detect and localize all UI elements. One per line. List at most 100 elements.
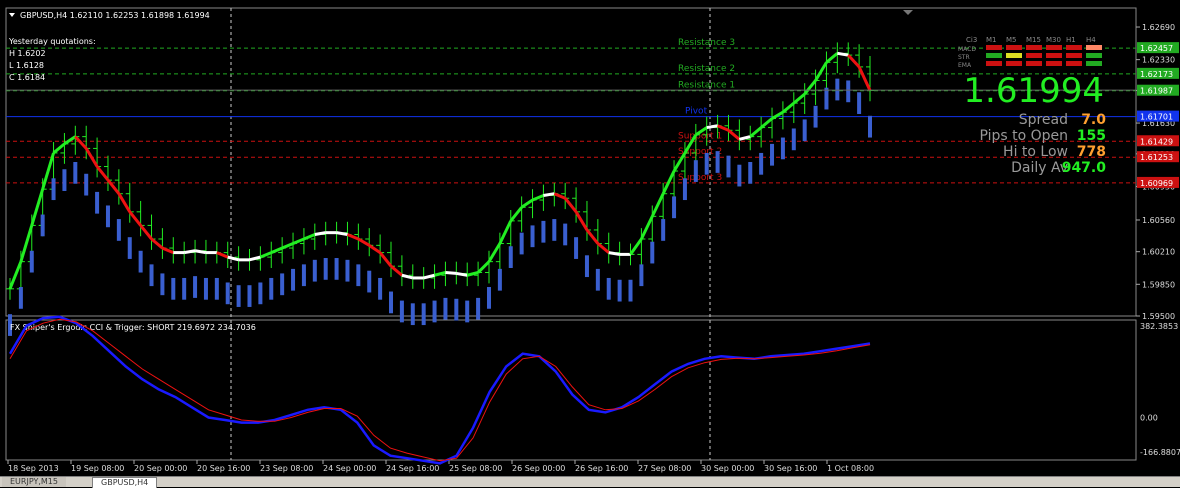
y-tick-label-0: 1.62690 — [1142, 23, 1175, 32]
trend-segment-17 — [183, 249, 196, 255]
band-bar-31 — [345, 259, 350, 282]
band-bar-17 — [193, 276, 198, 298]
info-value-0: 7.0 — [1081, 112, 1106, 128]
band-bar-18 — [203, 277, 208, 300]
band-bar-5 — [62, 169, 67, 191]
tab-gbpusd[interactable]: GBPUSD,H4 — [92, 477, 158, 488]
info-label-3: Daily Av — [1011, 160, 1068, 176]
trend-segment-31 — [336, 231, 348, 236]
x-tick-label-8: 26 Sep 00:00 — [512, 464, 565, 473]
x-tick-label-10: 27 Sep 08:00 — [638, 464, 691, 473]
trend-segment-45 — [487, 242, 502, 263]
x-tick-label-13: 1 Oct 08:00 — [827, 464, 874, 473]
trend-segment-47 — [509, 206, 523, 222]
band-bar-66 — [726, 155, 731, 178]
level-price-label-3: 1.61701 — [1140, 113, 1173, 122]
trend-segment-44 — [477, 260, 491, 274]
band-bar-64 — [704, 152, 709, 175]
band-bar-53 — [584, 255, 589, 278]
yesterday-heading: Yesterday quotations: — [8, 37, 96, 46]
signal-header-1: M1 — [986, 36, 997, 44]
band-bar-45 — [497, 268, 502, 291]
info-label-2: Hi to Low — [1003, 144, 1068, 160]
trend-segment-41 — [445, 271, 457, 275]
signal-cell-1-4 — [1066, 53, 1082, 58]
band-bar-6 — [73, 162, 78, 184]
osc-y-tick-label-2: -166.8807 — [1140, 448, 1180, 457]
trend-segment-75 — [814, 61, 828, 82]
trend-segment-29 — [314, 231, 326, 236]
signal-header-2: M5 — [1006, 36, 1017, 44]
trend-segment-70 — [760, 117, 773, 129]
trend-segment-55 — [596, 242, 610, 254]
trend-segment-34 — [368, 244, 381, 254]
band-bar-11 — [127, 237, 132, 259]
trend-segment-5 — [52, 142, 66, 155]
signal-header-3: M15 — [1026, 36, 1041, 44]
signal-cell-1-5 — [1086, 53, 1102, 58]
signal-cell-2-4 — [1066, 61, 1082, 66]
trend-segment-10 — [106, 179, 121, 195]
info-value-2: 778 — [1077, 144, 1106, 160]
band-bar-13 — [149, 264, 154, 287]
trend-segment-66 — [717, 124, 730, 132]
level-price-label-5: 1.61253 — [1140, 153, 1173, 162]
signal-cell-2-3 — [1046, 61, 1062, 66]
trend-segment-33 — [357, 237, 370, 247]
signal-header-5: H1 — [1066, 36, 1076, 44]
band-bar-76 — [835, 78, 840, 101]
trend-segment-20 — [216, 251, 229, 259]
trend-segment-27 — [292, 237, 305, 245]
x-tick-label-4: 23 Sep 08:00 — [260, 464, 313, 473]
band-bar-26 — [291, 268, 296, 291]
signal-cell-0-5 — [1086, 45, 1102, 50]
band-bar-67 — [737, 164, 742, 187]
band-bar-57 — [628, 279, 633, 302]
band-bar-46 — [508, 246, 513, 268]
trend-segment-15 — [161, 246, 174, 254]
band-bar-4 — [51, 178, 56, 201]
trend-segment-61 — [661, 170, 676, 195]
signal-row-name-1: STR — [958, 54, 970, 61]
trend-segment-18 — [194, 249, 207, 255]
band-bar-19 — [214, 277, 219, 300]
trend-segment-54 — [585, 229, 600, 245]
band-bar-3 — [40, 214, 45, 237]
band-bar-40 — [443, 297, 448, 320]
signal-cell-0-0 — [986, 45, 1002, 50]
band-bar-78 — [857, 92, 862, 114]
band-bar-56 — [617, 279, 622, 302]
band-bar-59 — [650, 241, 655, 264]
band-bar-42 — [465, 300, 470, 323]
trend-segment-76 — [825, 52, 839, 64]
trend-segment-79 — [857, 66, 872, 92]
band-bar-37 — [410, 303, 415, 326]
trend-segment-32 — [346, 233, 359, 241]
trend-segment-71 — [771, 110, 784, 120]
x-tick-label-1: 19 Sep 08:00 — [71, 464, 124, 473]
signal-cell-1-1 — [1006, 53, 1022, 58]
x-tick-label-9: 26 Sep 16:00 — [575, 464, 628, 473]
band-bar-14 — [160, 273, 165, 296]
band-bar-24 — [269, 277, 274, 300]
signal-cell-1-3 — [1046, 53, 1062, 58]
yesterday-close: C 1.6184 — [9, 73, 45, 82]
band-bar-54 — [595, 268, 600, 291]
band-bar-8 — [95, 191, 100, 214]
info-current-price: 1.61994 — [963, 71, 1104, 111]
trend-segment-78 — [847, 54, 861, 68]
info-value-1: 155 — [1077, 128, 1106, 144]
signal-cell-1-0 — [986, 53, 1002, 58]
signal-row-name-0: MACD — [958, 46, 976, 53]
trend-segment-42 — [456, 271, 468, 277]
band-bar-49 — [541, 220, 546, 243]
trend-segment-52 — [564, 197, 578, 213]
y-tick-label-8: 1.59850 — [1142, 280, 1175, 289]
price-chart[interactable]: 1.626901.623301.619901.616301.612901.609… — [0, 0, 1180, 476]
trend-segment-67 — [727, 129, 741, 141]
signal-header-0: Ci3 — [966, 36, 977, 44]
band-bar-73 — [802, 119, 807, 142]
scroll-marker-icon — [903, 10, 913, 15]
x-tick-label-6: 24 Sep 16:00 — [386, 464, 439, 473]
chart-tabs: EURJPY,M15 GBPUSD,H4 — [0, 476, 1180, 488]
